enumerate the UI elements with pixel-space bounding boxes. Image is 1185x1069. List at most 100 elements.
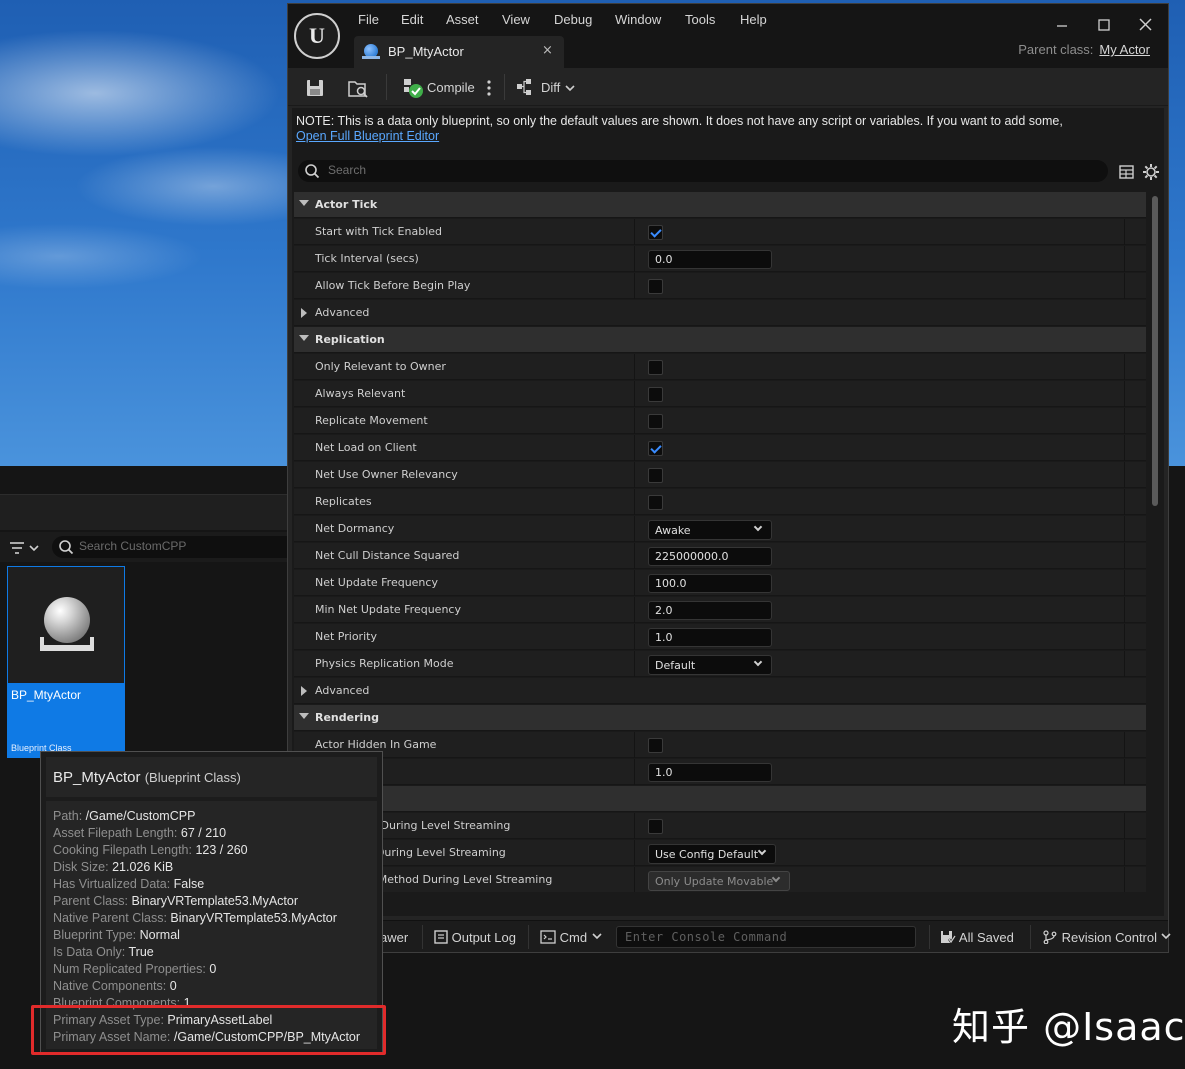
property-row: Replicate Movement <box>294 408 1146 434</box>
menu-view[interactable]: View <box>502 12 530 27</box>
parent-class-link[interactable]: My Actor <box>1099 42 1150 57</box>
tab-close-button[interactable]: × <box>542 43 553 58</box>
property-value-field[interactable]: 2.0 <box>648 601 772 620</box>
scrollbar-thumb[interactable] <box>1152 196 1158 506</box>
column-splitter[interactable] <box>634 651 635 677</box>
revision-control-button[interactable]: Revision Control <box>1042 930 1171 945</box>
table-view-button[interactable] <box>1118 163 1136 181</box>
asset-tile-bp-mtyactor[interactable]: BP_MtyActor Blueprint Class <box>7 566 125 758</box>
category-row[interactable]: Actor Tick <box>294 192 1146 218</box>
details-search[interactable]: Search <box>298 160 1108 182</box>
property-checkbox[interactable] <box>648 738 663 753</box>
document-tab[interactable]: BP_MtyActor × <box>354 36 564 68</box>
property-value-field[interactable]: 1.0 <box>648 763 772 782</box>
column-splitter[interactable] <box>634 867 635 892</box>
property-checkbox[interactable] <box>648 279 663 294</box>
tooltip-row: Parent Class: BinaryVRTemplate53.MyActor <box>53 894 298 908</box>
menu-help[interactable]: Help <box>740 12 767 27</box>
cmd-dropdown[interactable]: Cmd <box>540 930 603 945</box>
menu-edit[interactable]: Edit <box>401 12 423 27</box>
content-drawer-button[interactable]: awer <box>380 930 408 945</box>
diff-label: Diff <box>541 80 561 95</box>
property-dropdown[interactable]: Default <box>648 655 772 675</box>
menu-file[interactable]: File <box>358 12 379 27</box>
column-splitter[interactable] <box>634 435 635 461</box>
filter-button[interactable] <box>8 538 44 558</box>
tooltip-header: BP_MtyActor (Blueprint Class) <box>46 757 377 797</box>
chevron-down-icon <box>565 85 575 92</box>
property-checkbox[interactable] <box>648 819 663 834</box>
property-checkbox[interactable] <box>648 360 663 375</box>
column-divider <box>1124 840 1125 866</box>
column-splitter[interactable] <box>634 246 635 272</box>
menu-window[interactable]: Window <box>615 12 661 27</box>
close-button[interactable] <box>1132 14 1160 36</box>
details-scrollbar[interactable] <box>1152 192 1158 892</box>
column-splitter[interactable] <box>634 462 635 488</box>
expand-arrow-down-icon[interactable] <box>299 713 309 719</box>
menu-tools[interactable]: Tools <box>685 12 715 27</box>
settings-button[interactable] <box>1142 163 1160 181</box>
column-divider <box>1124 408 1125 434</box>
column-splitter[interactable] <box>634 489 635 515</box>
browse-button[interactable] <box>346 77 370 99</box>
column-splitter[interactable] <box>634 408 635 434</box>
column-splitter[interactable] <box>634 219 635 245</box>
expand-arrow-right-icon[interactable] <box>301 686 307 696</box>
property-checkbox[interactable] <box>648 414 663 429</box>
console-input[interactable]: Enter Console Command <box>616 926 916 948</box>
property-value-field[interactable]: 225000000.0 <box>648 547 772 566</box>
compile-options-button[interactable] <box>484 77 494 99</box>
column-splitter[interactable] <box>634 516 635 542</box>
property-checkbox[interactable] <box>648 441 663 456</box>
tooltip-row: Is Data Only: True <box>53 945 154 959</box>
column-divider <box>1124 273 1125 299</box>
column-splitter[interactable] <box>634 597 635 623</box>
column-splitter[interactable] <box>634 381 635 407</box>
advanced-row[interactable]: Advanced <box>294 300 1146 326</box>
property-row: Start with Tick Enabled <box>294 219 1146 245</box>
menu-asset[interactable]: Asset <box>446 12 479 27</box>
property-value-field[interactable]: 1.0 <box>648 628 772 647</box>
column-splitter[interactable] <box>634 273 635 299</box>
open-full-editor-link[interactable]: Open Full Blueprint Editor <box>296 129 439 143</box>
save-button[interactable] <box>304 77 326 99</box>
property-row: e Overlaps Method During Level Streaming… <box>294 867 1146 892</box>
column-splitter[interactable] <box>634 813 635 839</box>
minimize-button[interactable] <box>1048 14 1076 36</box>
property-dropdown[interactable]: Awake <box>648 520 772 540</box>
category-row[interactable] <box>294 786 1146 812</box>
column-splitter[interactable] <box>634 840 635 866</box>
column-splitter[interactable] <box>634 570 635 596</box>
diff-button[interactable]: Diff <box>516 77 580 99</box>
advanced-row[interactable]: Advanced <box>294 678 1146 704</box>
content-browser-search[interactable]: Search CustomCPP <box>52 536 290 558</box>
property-dropdown[interactable]: Use Config Default <box>648 844 776 864</box>
compile-button[interactable]: Compile <box>402 77 492 99</box>
column-splitter[interactable] <box>634 732 635 758</box>
property-checkbox[interactable] <box>648 225 663 240</box>
column-splitter[interactable] <box>634 624 635 650</box>
dropdown-value: Awake <box>655 524 691 537</box>
expand-arrow-right-icon[interactable] <box>301 308 307 318</box>
category-row[interactable]: Rendering <box>294 705 1146 731</box>
all-saved-button[interactable]: All Saved <box>940 930 1014 945</box>
tooltip-key: Num Replicated Properties: <box>53 962 206 976</box>
maximize-button[interactable] <box>1090 14 1118 36</box>
property-value-field[interactable]: 0.0 <box>648 250 772 269</box>
column-splitter[interactable] <box>634 759 635 785</box>
property-label: Replicate Movement <box>315 414 428 427</box>
tooltip-value: 67 / 210 <box>180 826 227 840</box>
menu-debug[interactable]: Debug <box>554 12 592 27</box>
property-checkbox[interactable] <box>648 387 663 402</box>
expand-arrow-down-icon[interactable] <box>299 200 309 206</box>
category-row[interactable]: Replication <box>294 327 1146 353</box>
tooltip-row: Native Parent Class: BinaryVRTemplate53.… <box>53 911 337 925</box>
column-splitter[interactable] <box>634 543 635 569</box>
property-checkbox[interactable] <box>648 468 663 483</box>
property-checkbox[interactable] <box>648 495 663 510</box>
output-log-button[interactable]: Output Log <box>434 930 516 945</box>
column-splitter[interactable] <box>634 354 635 380</box>
expand-arrow-down-icon[interactable] <box>299 335 309 341</box>
property-value-field[interactable]: 100.0 <box>648 574 772 593</box>
